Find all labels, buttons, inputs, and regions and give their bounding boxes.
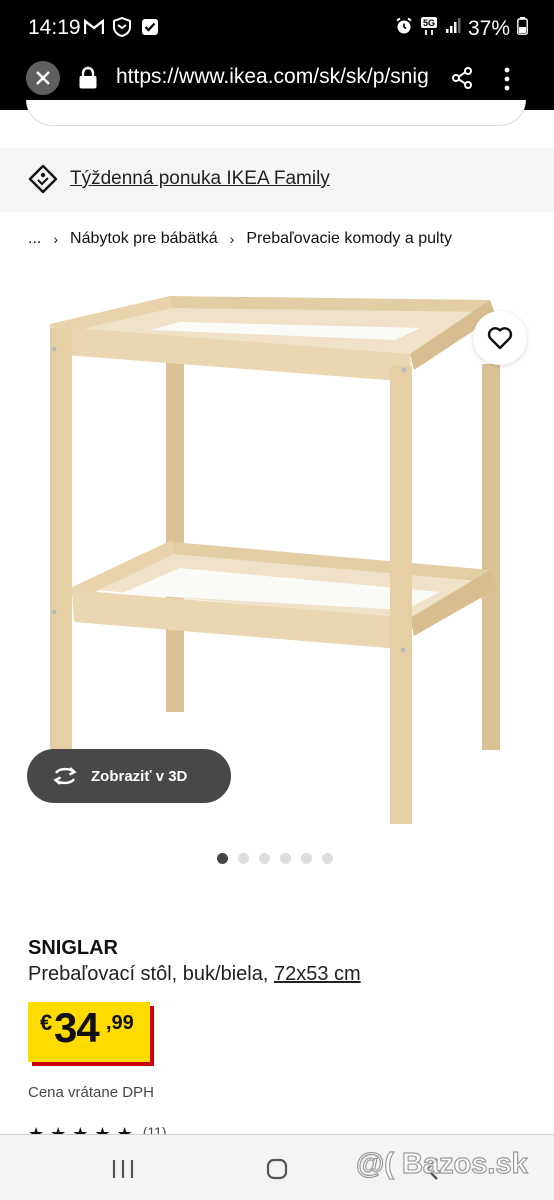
share-icon[interactable] — [450, 66, 474, 95]
tag-icon — [28, 164, 58, 199]
vat-note: Cena vrátane DPH — [28, 1084, 154, 1101]
family-offer-banner: Týždenná ponuka IKEA Family — [0, 148, 554, 212]
carousel-pagination — [217, 853, 333, 864]
carousel-dot-5[interactable] — [301, 853, 312, 864]
changing-table-illustration — [50, 296, 500, 824]
network-5g-icon: 5G — [420, 16, 438, 41]
chevron-right-icon: › — [53, 231, 59, 247]
bazos-watermark: @( Bazos.sk — [355, 1147, 528, 1180]
shield-app-icon — [112, 17, 132, 37]
price-integer: 34 — [54, 1004, 100, 1051]
system-navigation-bar: @( Bazos.sk — [0, 1134, 554, 1200]
network-5g-label: 5G — [423, 18, 435, 28]
gmail-icon — [84, 17, 104, 37]
price-currency: € — [40, 1010, 53, 1035]
status-time: 14:19 — [28, 16, 81, 39]
rotate-3d-icon — [53, 767, 77, 785]
close-tab-button[interactable] — [26, 61, 60, 95]
product-name: SNIGLAR — [28, 937, 118, 959]
carousel-dot-2[interactable] — [238, 853, 249, 864]
product-size-link[interactable]: 72x53 cm — [274, 963, 361, 985]
home-icon[interactable] — [266, 1158, 288, 1185]
signal-icon — [445, 18, 461, 39]
carousel-dot-3[interactable] — [259, 853, 270, 864]
chevron-right-icon: › — [229, 231, 235, 247]
view-in-3d-label: Zobraziť v 3D — [91, 767, 188, 785]
price-tag: € 34 ,99 — [28, 1002, 150, 1062]
check-notification-icon — [140, 17, 160, 37]
url-text[interactable]: https://www.ikea.com/sk/sk/p/sniglar — [116, 65, 430, 89]
carousel-dot-6[interactable] — [322, 853, 333, 864]
add-to-wishlist-button[interactable] — [473, 311, 527, 365]
search-bar-bottom-edge[interactable] — [26, 100, 526, 126]
breadcrumb: ... › Nábytok pre bábätká › Prebaľovacie… — [28, 230, 452, 248]
alarm-icon — [395, 17, 413, 40]
breadcrumb-ellipsis[interactable]: ... — [28, 230, 41, 248]
status-bar: 14:19 5G 37% — [0, 0, 554, 58]
breadcrumb-item-changing-tables[interactable]: Prebaľovacie komody a pulty — [246, 230, 452, 248]
view-in-3d-button[interactable]: Zobraziť v 3D — [27, 749, 231, 803]
family-offer-link[interactable]: Týždenná ponuka IKEA Family — [70, 168, 330, 190]
carousel-dot-1[interactable] — [217, 853, 228, 864]
breadcrumb-item-baby-furniture[interactable]: Nábytok pre bábätká — [70, 230, 218, 248]
product-description: Prebaľovací stôl, buk/biela, 72x53 cm — [28, 963, 361, 986]
carousel-dot-4[interactable] — [280, 853, 291, 864]
close-icon — [36, 71, 50, 85]
product-type-text: Prebaľovací stôl, buk/biela, — [28, 963, 274, 985]
battery-percent: 37% — [467, 16, 510, 40]
recent-apps-icon[interactable] — [112, 1159, 134, 1184]
more-menu-icon[interactable] — [502, 66, 512, 97]
battery-icon — [517, 17, 528, 40]
lock-icon[interactable] — [78, 66, 98, 95]
heart-icon — [487, 327, 513, 350]
price-decimal: ,99 — [106, 1012, 134, 1034]
